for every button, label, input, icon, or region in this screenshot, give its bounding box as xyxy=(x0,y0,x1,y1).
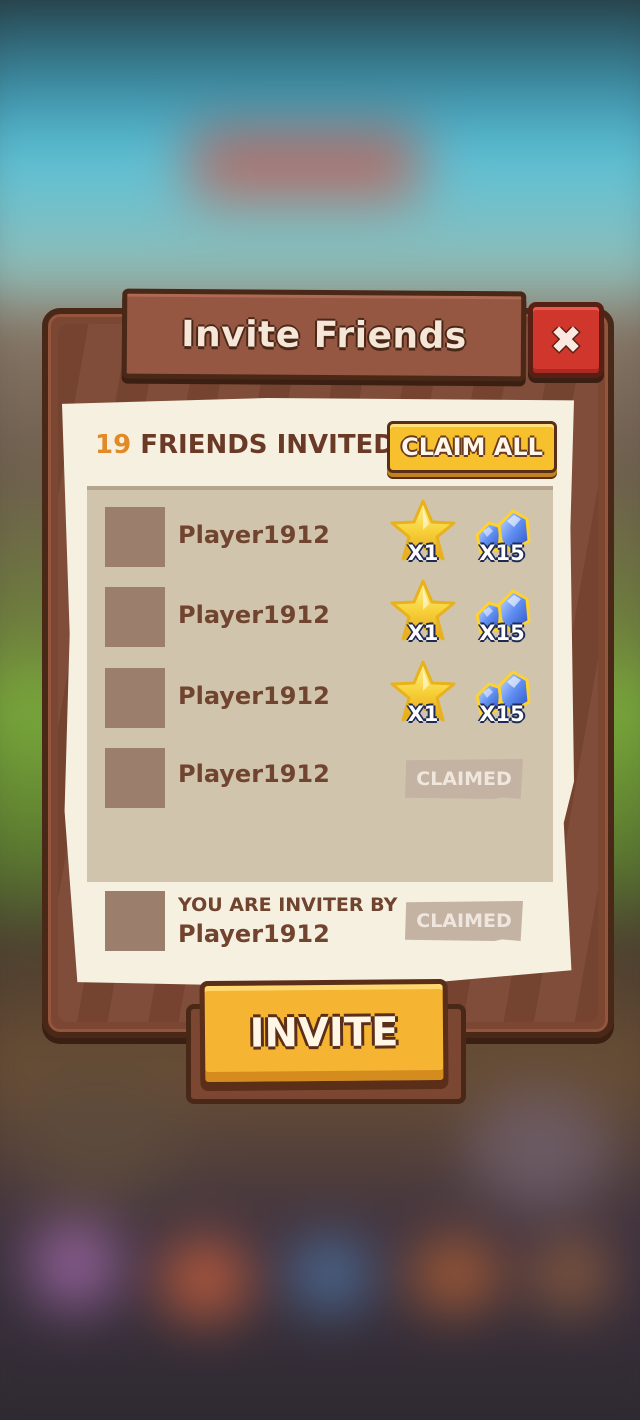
friend-row: Player1912 X1 X15 xyxy=(105,660,545,730)
reward-count: X15 xyxy=(479,541,525,565)
friends-invited-count: 19 xyxy=(95,430,132,460)
dialog-title-board: Invite Friends xyxy=(121,288,527,382)
inviter-label: YOU ARE INVITER BY xyxy=(178,894,398,916)
inviter-name: Player1912 xyxy=(178,920,330,948)
claimed-badge: CLAIMED xyxy=(405,901,523,941)
close-button[interactable]: ✖ xyxy=(528,302,604,378)
close-icon: ✖ xyxy=(550,318,582,362)
reward-gems[interactable]: X15 xyxy=(467,497,537,567)
player-name: Player1912 xyxy=(178,682,330,710)
reward-count: X15 xyxy=(479,621,525,645)
invite-button[interactable]: INVITE xyxy=(199,978,449,1088)
reward-count: X1 xyxy=(407,541,439,565)
player-name: Player1912 xyxy=(178,521,330,549)
avatar xyxy=(105,668,165,728)
reward-star[interactable]: X1 xyxy=(388,658,458,728)
reward-count: X1 xyxy=(407,621,439,645)
reward-count: X1 xyxy=(407,702,439,726)
friends-invited-summary: 19 FRIENDS INVITED xyxy=(95,430,395,460)
player-name: Player1912 xyxy=(178,601,330,629)
player-name: Player1912 xyxy=(178,760,330,788)
friend-row: Player1912 CLAIMED xyxy=(105,748,545,810)
reward-gems[interactable]: X15 xyxy=(467,577,537,647)
avatar xyxy=(105,507,165,567)
friend-row: Player1912 X1 X15 xyxy=(105,499,545,569)
claim-all-button[interactable]: CLAIM ALL xyxy=(387,421,557,473)
claimed-badge: CLAIMED xyxy=(405,759,523,799)
dialog-title: Invite Friends xyxy=(181,313,467,357)
friends-invited-label: FRIENDS INVITED xyxy=(140,430,395,460)
reward-count: X15 xyxy=(479,702,525,726)
reward-star[interactable]: X1 xyxy=(388,577,458,647)
avatar xyxy=(105,587,165,647)
reward-star[interactable]: X1 xyxy=(388,497,458,567)
avatar xyxy=(105,891,165,951)
reward-gems[interactable]: X15 xyxy=(467,658,537,728)
friend-row: Player1912 X1 X15 xyxy=(105,579,545,649)
avatar xyxy=(105,748,165,808)
